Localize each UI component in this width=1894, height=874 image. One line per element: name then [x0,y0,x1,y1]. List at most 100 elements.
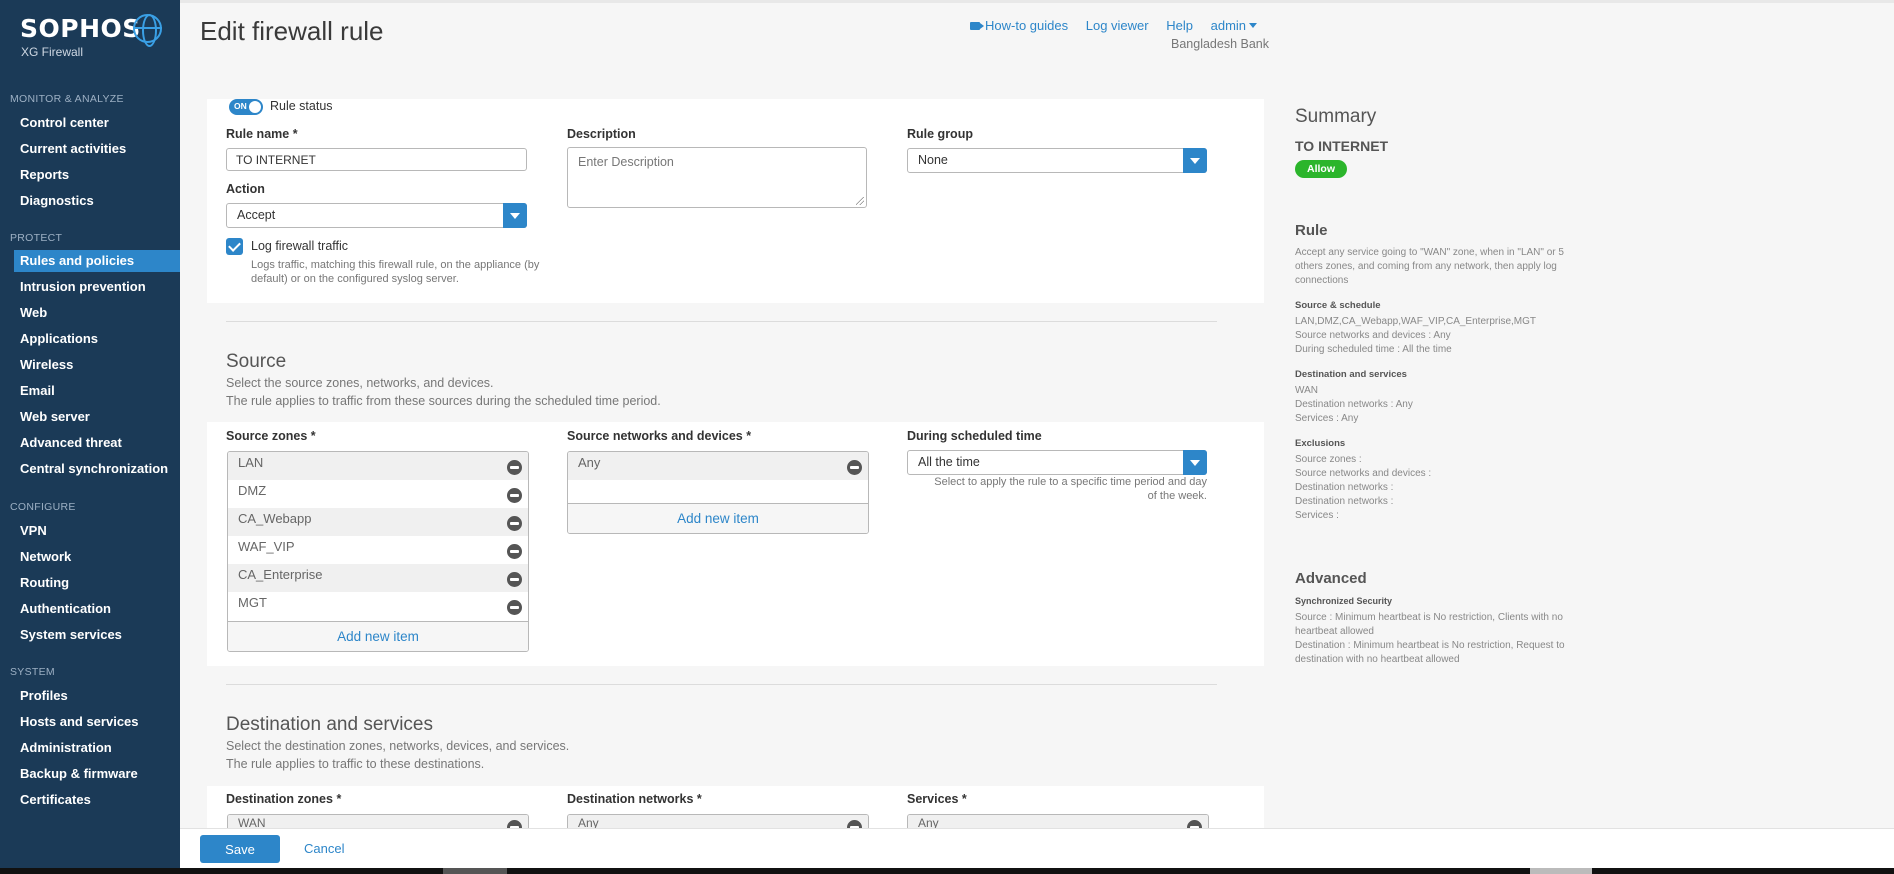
description-textarea[interactable]: Enter Description [567,147,867,208]
top-links: How-to guides Log viewer Help admin [970,18,1258,33]
sidebar-heading-system: SYSTEM [10,666,55,678]
list-item: Any [908,815,1208,828]
sidebar-item-routing[interactable]: Routing [0,572,180,594]
schedule-value: All the time [918,455,980,469]
sidebar-item-administration[interactable]: Administration [0,737,180,759]
chevron-down-icon[interactable] [503,203,527,228]
remove-icon[interactable] [507,820,522,828]
sidebar-item-profiles[interactable]: Profiles [0,685,180,707]
top-border [180,0,1894,3]
help-link[interactable]: Help [1166,18,1193,33]
taskbar-item[interactable] [443,868,507,874]
rule-group-label: Rule group [907,127,973,141]
rule-name-input[interactable]: TO INTERNET [226,148,527,171]
sidebar-item-backup-firmware[interactable]: Backup & firmware [0,763,180,785]
remove-icon[interactable] [507,572,522,587]
list-item: CA_Webapp [228,508,528,536]
source-zones-list: LAN DMZ CA_Webapp WAF_VIP CA_Enterprise … [227,451,529,652]
sidebar-item-rules-and-policies[interactable]: Rules and policies [14,250,180,272]
sidebar-item-diagnostics[interactable]: Diagnostics [0,190,180,212]
destination-desc-1: Select the destination zones, networks, … [226,739,570,753]
sidebar-item-control-center[interactable]: Control center [0,112,180,134]
add-source-zone-button[interactable]: Add new item [228,621,528,651]
howto-link[interactable]: How-to guides [970,18,1068,33]
sidebar-item-email[interactable]: Email [0,380,180,402]
sidebar-item-intrusion-prevention[interactable]: Intrusion prevention [0,276,180,298]
summary-destination-line: WAN [1295,385,1318,396]
summary-exclusion-line: Destination networks : [1295,482,1394,493]
sidebar-item-current-activities[interactable]: Current activities [0,138,180,160]
description-label: Description [567,127,636,141]
summary-destination-line: Destination networks : Any [1295,399,1413,410]
chevron-down-icon[interactable] [1183,450,1207,475]
summary-exclusions-heading: Exclusions [1295,438,1346,449]
action-label: Action [226,182,265,196]
action-select[interactable]: Accept [226,203,527,228]
sidebar-item-applications[interactable]: Applications [0,328,180,350]
rule-group-select[interactable]: None [907,148,1207,173]
list-item: WAN [228,815,528,828]
admin-menu[interactable]: admin [1211,18,1258,33]
remove-icon[interactable] [507,460,522,475]
sidebar-item-vpn[interactable]: VPN [0,520,180,542]
summary-title: Summary [1295,106,1377,127]
summary-advanced-source: Source : Minimum heartbeat is No restric… [1295,612,1563,637]
sidebar-item-web[interactable]: Web [0,302,180,324]
sidebar-item-hosts-and-services[interactable]: Hosts and services [0,711,180,733]
summary-exclusion-line: Services : [1295,510,1339,521]
save-button[interactable]: Save [200,835,280,863]
cancel-button[interactable]: Cancel [304,841,344,856]
zone-name: DMZ [238,483,267,498]
chevron-down-icon[interactable] [1183,148,1207,173]
rule-group-value: None [918,153,948,167]
log-viewer-link[interactable]: Log viewer [1086,18,1149,33]
rule-status-toggle[interactable]: ON [229,99,263,115]
video-icon [970,22,984,30]
remove-icon[interactable] [507,516,522,531]
destination-zones-label: Destination zones [226,792,341,806]
sidebar-item-authentication[interactable]: Authentication [0,598,180,620]
services-list: Any [907,814,1209,828]
list-item: Any [568,452,868,480]
list-item: DMZ [228,480,528,508]
summary-destination-heading: Destination and services [1295,369,1407,380]
list-item: LAN [228,452,528,480]
summary-sync-security-heading: Synchronized Security [1295,596,1393,606]
status-badge: Allow [1295,160,1347,178]
action-bar: Save Cancel [180,828,1894,868]
add-source-network-button[interactable]: Add new item [568,503,868,533]
sidebar-item-central-synchronization[interactable]: Central synchronization [0,458,180,480]
zone-name: CA_Webapp [238,511,312,526]
source-zones-label: Source zones [226,429,316,443]
sidebar-item-certificates[interactable]: Certificates [0,789,180,811]
remove-icon[interactable] [507,488,522,503]
source-desc-2: The rule applies to traffic from these s… [226,394,661,408]
rule-name-label: Rule name [226,127,298,141]
summary-source-line: LAN,DMZ,CA_Webapp,WAF_VIP,CA_Enterprise,… [1295,316,1537,327]
sidebar-heading-monitor: MONITOR & ANALYZE [10,93,124,105]
remove-icon[interactable] [847,820,862,828]
product-name: XG Firewall [21,45,84,59]
log-traffic-hint: Logs traffic, matching this firewall rul… [251,259,540,285]
list-item: CA_Enterprise [228,564,528,592]
sidebar-item-web-server[interactable]: Web server [0,406,180,428]
log-traffic-checkbox[interactable] [226,238,243,255]
sidebar-item-wireless[interactable]: Wireless [0,354,180,376]
remove-icon[interactable] [507,544,522,559]
sidebar-item-system-services[interactable]: System services [0,624,180,646]
list-item: Any [568,815,868,828]
sidebar-item-advanced-threat[interactable]: Advanced threat [0,432,180,454]
sidebar-item-network[interactable]: Network [0,546,180,568]
toggle-knob [249,101,261,113]
network-name: Any [578,816,599,828]
summary-source-heading: Source & schedule [1295,300,1381,311]
taskbar-item[interactable] [1530,868,1592,874]
remove-icon[interactable] [1187,820,1202,828]
remove-icon[interactable] [507,600,522,615]
schedule-select[interactable]: All the time [907,450,1207,475]
remove-icon[interactable] [847,460,862,475]
summary-advanced-heading: Advanced [1295,570,1367,587]
sidebar-item-reports[interactable]: Reports [0,164,180,186]
source-desc-1: Select the source zones, networks, and d… [226,376,494,390]
schedule-hint: Select to apply the rule to a specific t… [934,476,1207,502]
